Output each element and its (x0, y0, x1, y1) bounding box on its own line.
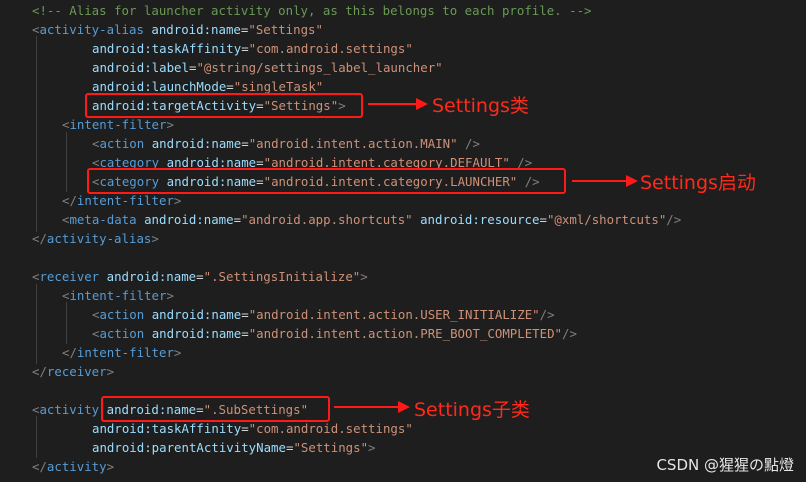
code-token: android:taskAffinity (92, 41, 242, 56)
code-token: > (106, 364, 115, 379)
code-token: action (99, 307, 145, 322)
code-line: android:parentActivityName="Settings"> (92, 438, 376, 457)
code-token: intent-filter (76, 193, 174, 208)
arrow-icon (334, 401, 410, 413)
code-token: > (173, 193, 182, 208)
annotation-launcher: Settings启动 (640, 172, 756, 194)
code-token: > (166, 288, 174, 303)
indent-guide (66, 302, 67, 344)
code-token: activity (39, 402, 100, 417)
code-token: "singleTask" (233, 79, 324, 94)
code-token: meta-data (69, 212, 137, 227)
code-token: intent-filter (76, 345, 174, 360)
code-token: ".SettingsInitialize" (203, 269, 361, 284)
code-token: <!-- Alias for launcher activity only, a… (32, 3, 592, 18)
code-token: = (241, 41, 249, 56)
code-line: <receiver android:name=".SettingsInitial… (32, 267, 368, 286)
code-token: "android.intent.action.USER_INITIALIZE" (248, 307, 540, 322)
code-token: </ (62, 345, 77, 360)
code-token: </ (32, 364, 47, 379)
code-token: receiver (46, 364, 107, 379)
indent-guide (66, 132, 67, 192)
code-token: action (99, 136, 145, 151)
code-token: android:name (143, 22, 241, 37)
code-line: <action android:name="android.intent.act… (92, 324, 577, 343)
code-token: "com.android.settings" (248, 41, 413, 56)
annotation-target-activity: Settings类 (432, 95, 529, 117)
code-token: /> (562, 326, 577, 341)
code-line: android:label="@string/settings_label_la… (92, 58, 443, 77)
code-token: android:taskAffinity (92, 421, 242, 436)
code-line: android:taskAffinity="com.android.settin… (92, 39, 413, 58)
code-token: activity-alias (39, 22, 144, 37)
indent-guide (36, 284, 37, 364)
indent-guide (36, 36, 37, 232)
code-token: > (360, 269, 368, 284)
code-token: activity-alias (46, 231, 152, 246)
code-token: android:label (92, 60, 189, 75)
indent-guide (36, 416, 37, 458)
code-token: "android.intent.action.MAIN" (248, 136, 458, 151)
code-token: "@string/settings_label_launcher" (196, 60, 443, 75)
code-token: "com.android.settings" (248, 421, 413, 436)
code-line: <intent-filter> (62, 286, 174, 305)
code-token: android:name (144, 307, 242, 322)
code-token: > (166, 117, 174, 132)
code-line: <meta-data android:name="android.app.sho… (62, 210, 681, 229)
code-token: intent-filter (69, 288, 167, 303)
arrow-icon (368, 98, 428, 110)
code-token: "Settings" (293, 440, 369, 455)
code-token: = (241, 307, 249, 322)
highlight-box-target-activity (85, 93, 363, 118)
annotation-sub-settings: Settings子类 (414, 399, 530, 421)
code-token: receiver (39, 269, 100, 284)
arrow-icon (572, 175, 638, 187)
code-token: intent-filter (69, 117, 167, 132)
code-token: /> (457, 136, 480, 151)
code-token: android:name (144, 326, 242, 341)
code-token: android:resource (412, 212, 540, 227)
code-line: <activity-alias android:name="Settings" (32, 20, 323, 39)
code-token: </ (62, 193, 77, 208)
code-line: </intent-filter> (62, 343, 181, 362)
code-token: action (99, 326, 145, 341)
code-token: </ (32, 459, 47, 474)
highlight-box-launcher-category (87, 168, 566, 194)
code-token: android:parentActivityName (92, 440, 286, 455)
code-token: "Settings" (248, 22, 323, 37)
code-line: </receiver> (32, 362, 114, 381)
code-token: = (233, 212, 242, 227)
code-token: /> (539, 307, 555, 322)
code-token: = (241, 421, 249, 436)
code-token: = (241, 136, 249, 151)
code-token: activity (46, 459, 107, 474)
code-line: <!-- Alias for launcher activity only, a… (32, 1, 592, 20)
code-token: = (241, 326, 249, 341)
code-token: "android.intent.action.PRE_BOOT_COMPLETE… (248, 326, 562, 341)
code-token: > (173, 345, 182, 360)
code-token: android:name (136, 212, 234, 227)
code-token: > (106, 459, 115, 474)
code-line: </activity> (32, 457, 114, 476)
code-token: android:launchMode (92, 79, 227, 94)
code-token: "@xml/shortcuts" (546, 212, 667, 227)
code-token: = (196, 269, 204, 284)
code-token: = (539, 212, 547, 227)
code-token: "android.app.shortcuts" (241, 212, 413, 227)
highlight-box-subsettings-name (101, 396, 330, 422)
code-line: <action android:name="android.intent.act… (92, 134, 480, 153)
code-line: <action android:name="android.intent.act… (92, 305, 555, 324)
code-token: android:name (144, 136, 242, 151)
code-token: > (151, 231, 159, 246)
code-token: android:name (99, 269, 197, 284)
watermark: CSDN @猩猩の點燈 (656, 456, 794, 474)
code-line: </activity-alias> (32, 229, 159, 248)
code-token: </ (32, 231, 47, 246)
code-token: /> (666, 212, 682, 227)
code-token: > (368, 440, 376, 455)
code-token: = (226, 79, 234, 94)
